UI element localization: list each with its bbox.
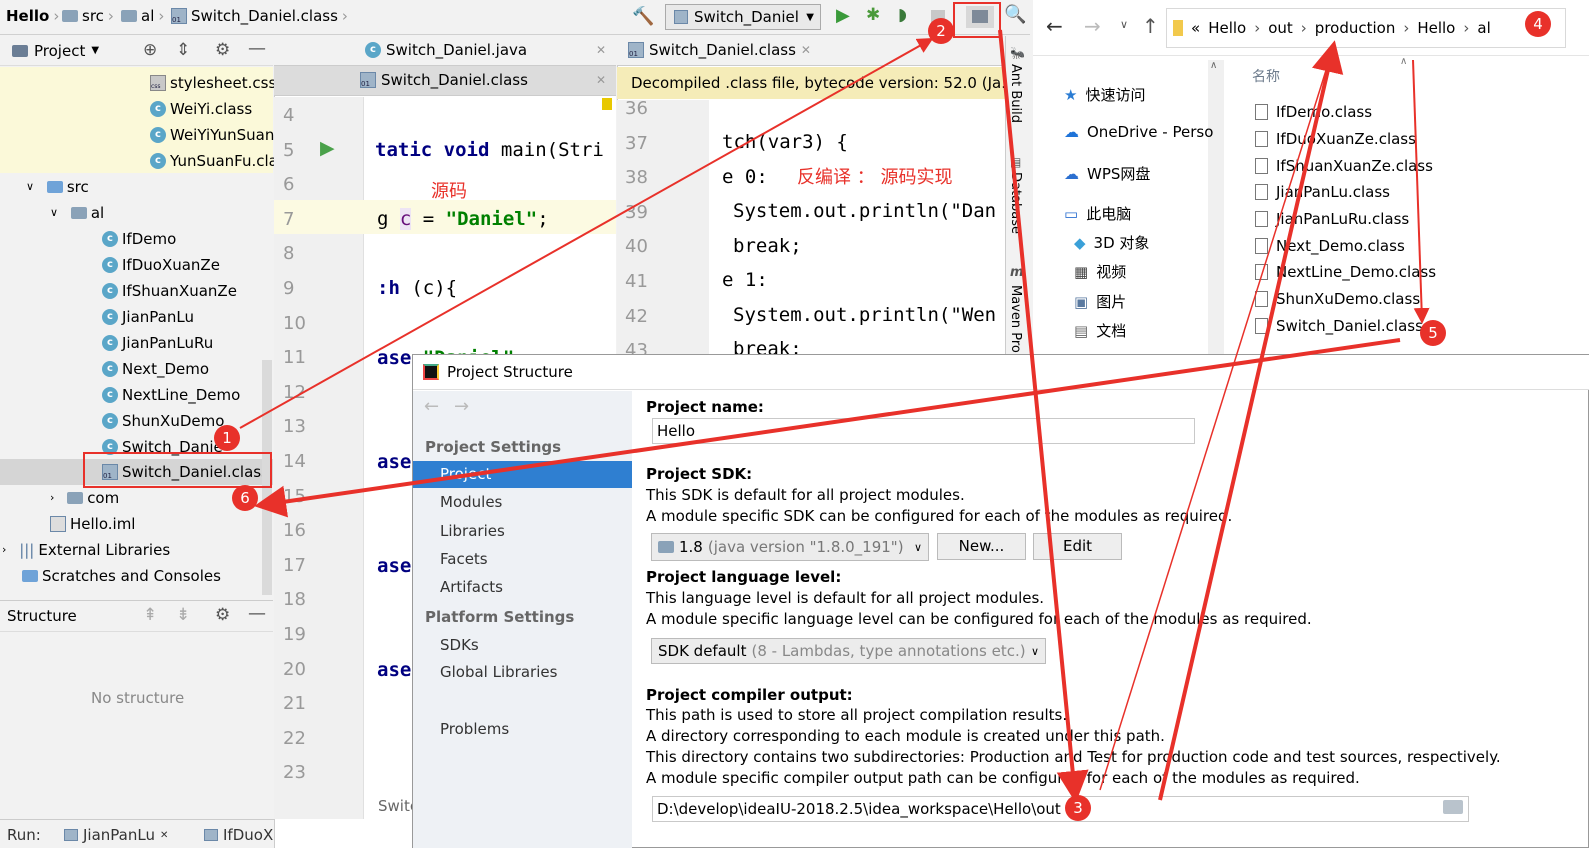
annotation-arrows [239,29,1430,803]
annotation-badge-5: 5 [1420,320,1446,346]
highlight-box-class-file [83,452,272,488]
annotation-badge-4: 4 [1525,11,1551,37]
highlight-box-project-structure [953,2,1001,38]
arrow-1-to-2 [239,38,934,429]
annotation-badge-2: 2 [928,18,954,44]
arrow-5-to-6 [254,338,1401,518]
arrow-2-to-3 [998,29,1089,803]
annotation-badge-1: 1 [214,425,240,451]
arrow-3-to-production [1158,40,1344,801]
annotation-badge-3: 3 [1065,795,1091,821]
arrow-3-to-4 [1099,45,1337,791]
arrow-4-to-5 [1412,59,1430,324]
annotation-badge-6: 6 [232,485,258,511]
